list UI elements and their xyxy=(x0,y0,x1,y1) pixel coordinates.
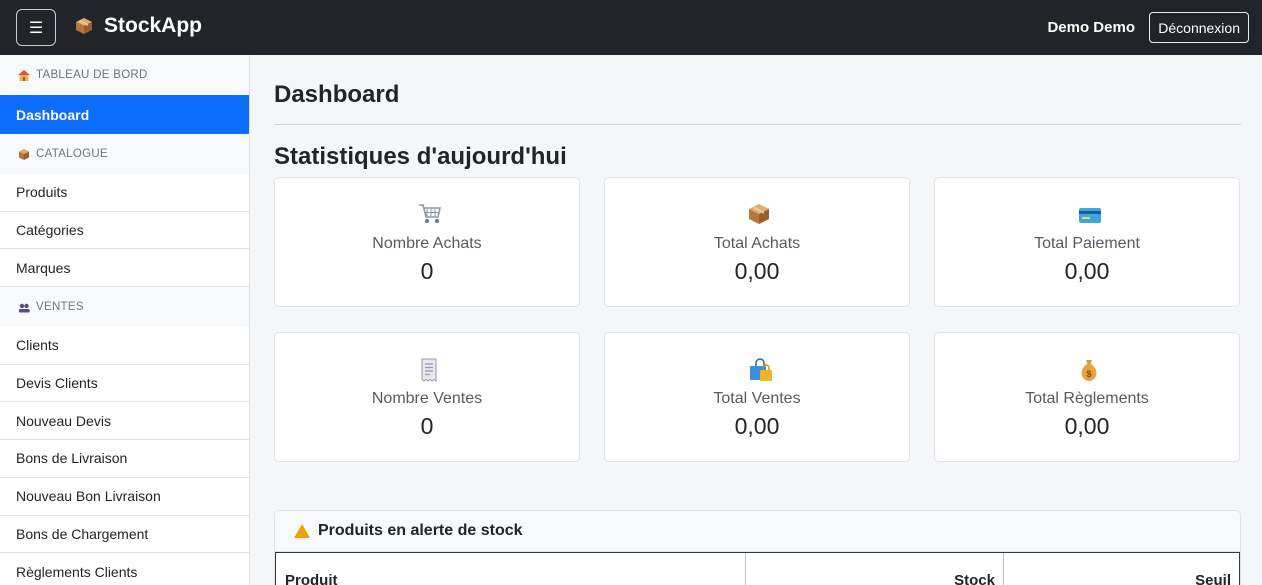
credit-card-icon xyxy=(1078,203,1101,225)
package-icon xyxy=(748,203,770,225)
stock-alert-panel: Produits en alerte de stock Produit Stoc… xyxy=(274,510,1241,585)
sidebar-item-devis-clients[interactable]: Devis Clients xyxy=(0,364,249,403)
top-navbar: ☰ StockApp Demo Demo Déconnexion xyxy=(0,0,1262,55)
sidebar-item-reglements-clients[interactable]: Règlements Clients xyxy=(0,553,249,585)
stat-label: Nombre Achats xyxy=(372,235,482,252)
stat-label: Total Paiement xyxy=(1034,235,1140,252)
menu-toggle-button[interactable]: ☰ xyxy=(16,9,56,46)
stat-card-nombre-achats: Nombre Achats 0 xyxy=(274,177,580,307)
stat-label: Nombre Ventes xyxy=(371,390,483,407)
warning-icon xyxy=(294,524,310,538)
sidebar-item-nouveau-bon-livraison[interactable]: Nouveau Bon Livraison xyxy=(0,477,249,516)
stat-card-total-ventes: Total Ventes 0,00 xyxy=(604,332,910,462)
stat-value: 0,00 xyxy=(734,258,780,284)
stats-heading: Statistiques d'aujourd'hui xyxy=(274,143,567,170)
divider xyxy=(274,124,1241,125)
sidebar-item-categories[interactable]: Catégories xyxy=(0,211,249,250)
sidebar-item-clients[interactable]: Clients xyxy=(0,327,249,365)
stock-alert-header: Produits en alerte de stock xyxy=(275,511,1240,552)
column-header-stock[interactable]: Stock xyxy=(746,553,1004,585)
sidebar-item-produits[interactable]: Produits xyxy=(0,174,249,212)
hamburger-icon: ☰ xyxy=(28,19,44,37)
stat-label: Total Ventes xyxy=(713,390,801,407)
logout-button[interactable]: Déconnexion xyxy=(1149,12,1249,43)
stat-value: 0,00 xyxy=(734,413,780,439)
stat-label: Total Règlements xyxy=(1025,390,1149,407)
stat-value: 0 xyxy=(420,413,434,439)
sidebar-section-tableau-de-bord: TABLEAU DE BORD xyxy=(0,55,249,95)
shopping-bags-icon xyxy=(748,358,772,381)
stat-card-nombre-ventes: Nombre Ventes 0 xyxy=(274,332,580,462)
sidebar-item-marques[interactable]: Marques xyxy=(0,249,249,288)
sidebar: TABLEAU DE BORD Dashboard CATALOGUE Prod… xyxy=(0,55,250,585)
stat-value: 0 xyxy=(420,258,434,284)
stock-alert-title: Produits en alerte de stock xyxy=(318,522,523,539)
page-title: Dashboard xyxy=(274,81,400,108)
house-icon xyxy=(18,69,30,81)
sidebar-section-ventes: VENTES xyxy=(0,287,249,328)
current-user-name: Demo Demo xyxy=(1047,19,1135,36)
receipt-icon xyxy=(418,358,440,382)
stat-card-total-achats: Total Achats 0,00 xyxy=(604,177,910,307)
stat-label: Total Achats xyxy=(713,235,801,252)
users-icon xyxy=(18,302,30,313)
sidebar-item-dashboard[interactable]: Dashboard xyxy=(0,95,249,134)
sidebar-item-nouveau-devis[interactable]: Nouveau Devis xyxy=(0,402,249,441)
column-header-produit[interactable]: Produit xyxy=(276,553,746,585)
cart-icon xyxy=(418,203,441,225)
brand-name: StockApp xyxy=(104,14,203,37)
stat-card-total-paiement: Total Paiement 0,00 xyxy=(934,177,1240,307)
package-icon xyxy=(18,148,30,160)
money-bag-icon: $ xyxy=(1078,358,1100,381)
sidebar-item-bons-de-livraison[interactable]: Bons de Livraison xyxy=(0,440,249,478)
sidebar-section-catalogue: CATALOGUE xyxy=(0,134,249,174)
stock-alert-table-header: Produit Stock Seuil xyxy=(275,552,1240,585)
svg-text:$: $ xyxy=(1086,369,1091,379)
stat-value: 0,00 xyxy=(1064,258,1110,284)
stat-value: 0,00 xyxy=(1064,413,1110,439)
brand-link[interactable]: StockApp xyxy=(75,14,202,38)
column-header-seuil[interactable]: Seuil xyxy=(1004,553,1239,585)
stat-card-total-reglements: $ Total Règlements 0,00 xyxy=(934,332,1240,462)
sidebar-item-bons-de-chargement[interactable]: Bons de Chargement xyxy=(0,515,249,554)
package-icon xyxy=(75,17,93,35)
